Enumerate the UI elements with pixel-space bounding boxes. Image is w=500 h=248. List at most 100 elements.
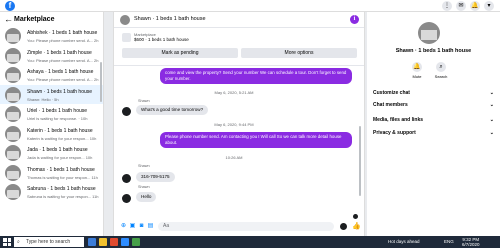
taskbar-app-icon[interactable] xyxy=(132,238,140,246)
avatar xyxy=(5,67,21,83)
chat-members-section[interactable]: Chat members ⌄ xyxy=(373,102,494,108)
search-icon: ⌕ xyxy=(17,239,20,245)
conversation-preview: You: Please phone number send. A... 2h xyxy=(27,57,99,63)
taskbar-app-icon[interactable] xyxy=(88,238,96,246)
avatar xyxy=(5,145,21,161)
privacy-support-section[interactable]: Privacy & support ⌄ xyxy=(373,130,494,136)
grid-icon[interactable]: ⋮ xyxy=(442,1,452,11)
conversation-name: Jada · 1 beds 1 bath house xyxy=(27,147,88,153)
chevron-down-icon: ⌄ xyxy=(489,90,494,96)
avatar xyxy=(5,47,21,64)
chevron-down-icon: ⌄ xyxy=(489,102,494,108)
listing-thumbnail[interactable] xyxy=(122,33,131,42)
conversation-name: Shawn · 1 beds 1 bath house xyxy=(27,88,93,95)
app-root: f ⋮ ✉ 🔔 ▾ ← Marketplace Abhishek · 1 bed… xyxy=(0,0,500,248)
taskbar-app-icon[interactable] xyxy=(121,238,129,246)
sidebar-header: ← Marketplace xyxy=(0,12,103,26)
more-options-button[interactable]: More options xyxy=(241,48,357,58)
section-label: Privacy & support xyxy=(373,130,416,136)
conversation-preview: Jada is waiting for your respon... 10h xyxy=(27,155,93,160)
clock[interactable]: 9:32 PM 6/7/2020 xyxy=(462,237,480,247)
seen-avatar xyxy=(353,214,358,219)
taskbar-app-icon[interactable] xyxy=(110,238,118,246)
timestamp: May 6, 2020, 5:21 AM xyxy=(214,90,254,95)
facebook-logo-icon[interactable]: f xyxy=(5,1,15,11)
chevron-down-icon: ⌄ xyxy=(489,130,494,136)
taskbar-app-icon[interactable] xyxy=(99,238,107,246)
message-list: come and view the property? Send your nu… xyxy=(114,66,364,221)
emoji-icon[interactable] xyxy=(340,223,347,230)
bell-icon[interactable]: 🔔 xyxy=(470,1,480,11)
conversation-item[interactable]: Abhishek · 1 beds 1 bath house You: Pleas… xyxy=(0,26,103,46)
message-input[interactable]: Aa xyxy=(158,222,334,231)
taskbar-search[interactable]: ⌕ Type here to search xyxy=(14,237,84,247)
avatar[interactable] xyxy=(120,15,130,25)
incoming-message: What's a good time tomorrow? xyxy=(136,105,209,115)
conversation-item[interactable]: Shawn · 1 beds 1 bath house Shawn: Hello … xyxy=(0,84,103,104)
conversation-preview: You: Please phone number send. A... 2h xyxy=(27,38,99,43)
language-indicator[interactable]: ENG xyxy=(444,239,454,244)
weather-widget[interactable]: Hot days ahead xyxy=(388,239,420,244)
image-icon[interactable]: ▣ xyxy=(129,223,136,230)
conversation-item[interactable]: Thomas · 1 beds 1 bath house Thomas is wa… xyxy=(0,163,103,183)
chat-panel: Shawn · 1 beds 1 bath house i Marketplac… xyxy=(113,12,365,236)
customize-chat-section[interactable]: Customize chat ⌄ xyxy=(373,90,494,96)
back-arrow-icon[interactable]: ← xyxy=(4,14,14,24)
timestamp: May 6, 2020, 9:44 PM xyxy=(214,122,254,127)
taskbar-apps xyxy=(88,238,140,246)
avatar[interactable] xyxy=(122,174,131,183)
conversation-preview: You: Please phone number send. A... 2h xyxy=(27,77,99,82)
conversation-item[interactable]: Uriel · 1 beds 1 bath house Uriel is wait… xyxy=(0,104,103,124)
avatar xyxy=(5,28,21,44)
avatar xyxy=(5,125,21,142)
sender-name: Shawn xyxy=(138,99,150,103)
sidebar-scrollbar[interactable] xyxy=(100,62,102,102)
message-composer: ⊕ ▣ ◙ ▤ Aa 👍 xyxy=(114,221,364,235)
conversation-preview: Katerin is waiting for your respon... 10… xyxy=(27,135,97,141)
mark-pending-button[interactable]: Mark as pending xyxy=(122,48,238,58)
conversation-preview: Uriel is waiting for response. · 10h xyxy=(27,116,88,121)
conversation-item[interactable]: Jada · 1 beds 1 bath house Jada is waitin… xyxy=(0,143,103,163)
listing-title[interactable]: $600 · 1 beds 1 bath house xyxy=(134,37,189,42)
marketplace-sidebar: ← Marketplace Abhishek · 1 beds 1 bath h… xyxy=(0,12,104,236)
info-icon[interactable]: i xyxy=(350,15,359,24)
conversation-item[interactable]: Ashaya · 1 beds 1 bath house You: Please … xyxy=(0,65,103,85)
account-icon[interactable]: ▾ xyxy=(484,1,494,11)
chat-scrollbar[interactable] xyxy=(359,126,361,196)
start-button[interactable] xyxy=(3,238,11,246)
section-label: Media, files and links xyxy=(373,117,424,123)
search-icon: ⌕ xyxy=(436,62,446,72)
mute-button[interactable]: 🔔 Mute xyxy=(407,62,427,79)
taskbar-search-placeholder: Type here to search xyxy=(26,239,71,245)
conversation-item[interactable]: Zimple · 1 beds 1 bath house You: Please … xyxy=(0,46,103,66)
chat-header: Shawn · 1 beds 1 bath house i xyxy=(114,12,364,28)
conversation-item[interactable]: Katerin · 1 beds 1 bath house Katerin is … xyxy=(0,124,103,144)
avatar[interactable] xyxy=(122,194,131,203)
conversation-name: Sabruna · 1 beds 1 bath house xyxy=(27,186,96,192)
plus-icon[interactable]: ⊕ xyxy=(120,223,127,230)
avatar[interactable] xyxy=(122,107,131,116)
avatar[interactable] xyxy=(418,22,440,44)
bell-icon: 🔔 xyxy=(412,62,422,72)
like-icon[interactable]: 👍 xyxy=(352,222,361,230)
incoming-message: Hello xyxy=(136,192,157,202)
conversation-name: Thomas · 1 beds 1 bath house xyxy=(27,166,95,173)
media-files-section[interactable]: Media, files and links ⌄ xyxy=(373,117,494,123)
details-panel: Shawn · 1 beds 1 bath house 🔔 Mute ⌕ Sea… xyxy=(367,12,500,236)
conversation-name: Zimple · 1 beds 1 bath house xyxy=(27,49,92,56)
details-name: Shawn · 1 beds 1 bath house xyxy=(395,48,472,54)
sticker-icon[interactable]: ◙ xyxy=(138,223,145,230)
search-label: Search xyxy=(434,74,448,79)
chat-title[interactable]: Shawn · 1 beds 1 bath house xyxy=(134,16,206,22)
conversation-preview: Shawn: Hello · 5h xyxy=(27,96,59,102)
clock-date: 6/7/2020 xyxy=(462,242,480,247)
conversation-name: Uriel · 1 beds 1 bath house xyxy=(27,108,88,114)
conversation-item[interactable]: Sabruna · 1 beds 1 bath house Sabruna is … xyxy=(0,182,103,202)
search-button[interactable]: ⌕ Search xyxy=(431,62,451,79)
avatar xyxy=(5,86,21,103)
sidebar-title: Marketplace xyxy=(14,15,55,23)
messenger-icon[interactable]: ✉ xyxy=(456,1,466,11)
listing-card: Marketplace $600 · 1 beds 1 bath house M… xyxy=(114,28,364,66)
section-label: Customize chat xyxy=(373,90,410,96)
gif-icon[interactable]: ▤ xyxy=(147,223,154,230)
